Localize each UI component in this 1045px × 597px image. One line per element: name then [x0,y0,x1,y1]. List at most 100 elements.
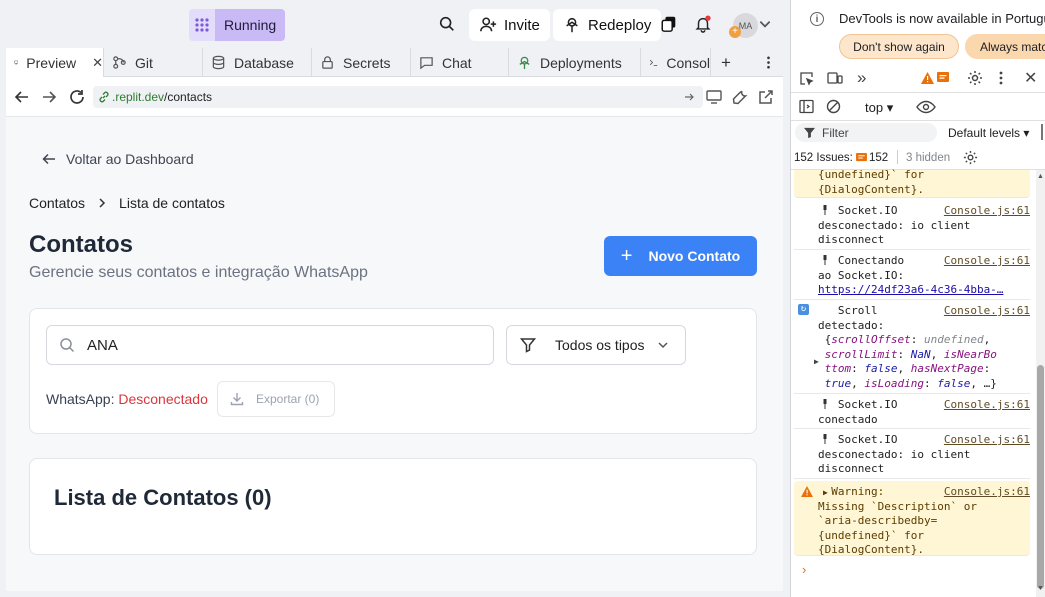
go-arrow-icon[interactable] [683,91,695,103]
chevron-down-icon[interactable] [758,13,772,35]
kebab-menu-icon[interactable] [999,71,1003,85]
invite-button[interactable]: Invite [469,9,550,41]
gear-icon[interactable] [967,70,983,86]
eye-icon[interactable] [916,100,936,114]
funnel-icon [804,127,815,138]
tab-chat[interactable]: Chat [411,48,509,77]
reload-icon[interactable] [68,88,86,106]
tab-deployments[interactable]: Deployments [509,48,641,77]
log-text: Socket.IO conectado [818,398,897,427]
filter-value: Todos os tipos [555,337,645,353]
console-prompt-icon[interactable]: › [802,562,806,577]
issues-count: 152 [869,152,889,164]
filter-row: Filter Default levels ▾ [791,121,1045,145]
issues-flag-icon[interactable] [937,72,949,84]
scroll-up-icon[interactable]: ▲ [1037,173,1044,180]
log-line: Conectando [837,254,905,267]
expand-triangle-icon[interactable]: ▶ [814,355,819,370]
breadcrumb-item[interactable]: Contatos [29,195,85,211]
export-button[interactable]: Exportar (0) [217,381,335,417]
log-url-link[interactable]: https://24df23a6-4c36-4bba-… [818,283,1003,296]
tab-git[interactable]: Git [104,48,203,77]
tab-label: Preview [26,54,77,71]
new-contact-button[interactable]: + Novo Contato [604,236,757,276]
redeploy-button[interactable]: Redeploy [553,9,662,41]
issues-counter[interactable]: 152 [856,152,888,164]
forward-arrow-icon[interactable] [40,88,58,106]
external-link-icon[interactable] [757,88,775,106]
grid-icon[interactable] [189,9,215,41]
console-scrollbar[interactable]: ▲ ▼ [1036,170,1045,597]
filter-input[interactable]: Filter [795,123,937,142]
tab-label: Database [234,54,294,71]
wrench-icon[interactable] [731,88,749,106]
console-log-message: Console.js:61 Socket.IO desconectado: io… [794,429,1030,479]
url-host: .replit.dev [112,90,165,104]
log-source-link[interactable]: Console.js:61 [944,398,1030,413]
git-icon [113,56,126,69]
scrollbar-thumb[interactable] [1037,365,1044,589]
tab-label: Deployments [540,54,622,71]
console-warning-message: {undefined}` for {DialogContent}. [794,168,1030,198]
clear-console-icon[interactable] [826,99,841,114]
obj-val: true [824,376,852,390]
tab-label: Secrets [343,54,391,71]
redeploy-label: Redeploy [588,16,652,34]
log-text: Conectando ao Socket.IO: https://24df23a… [818,254,1003,298]
scroll-down-icon[interactable]: ▼ [1037,585,1044,592]
always-match-button[interactable]: Always matc [965,34,1045,59]
back-label: Voltar ao Dashboard [66,151,194,167]
deploy-icon [519,56,530,70]
new-contact-label: Novo Contato [648,248,741,264]
log-line: desconectado: io client [818,447,971,461]
breadcrumb-item: Lista de contatos [119,195,225,211]
levels-value: Default levels [948,126,1021,140]
tab-secrets[interactable]: Secrets [312,48,411,77]
hidden-count: 3 hidden [906,152,951,164]
log-line: detectado: [818,318,885,332]
database-icon [212,55,225,70]
search-input[interactable]: ANA [46,325,494,365]
add-user-icon [480,17,497,32]
search-icon[interactable] [436,13,458,35]
log-line: {undefined}` for [818,528,924,542]
log-line: Warning: [831,485,885,498]
bell-icon[interactable] [692,13,714,35]
tab-database[interactable]: Database [203,48,312,77]
log-line: Socket.IO [837,398,898,411]
tab-preview[interactable]: Preview ✕ [6,48,104,77]
gear-icon[interactable] [963,150,978,165]
type-filter-select[interactable]: Todos os tipos [506,325,686,365]
close-devtools-icon[interactable]: ✕ [1024,68,1037,88]
back-link[interactable]: Voltar ao Dashboard [42,151,194,167]
link-icon [99,91,109,103]
console-warning-message: Console.js:61 Warning: Missing `Descript… [794,481,1030,556]
tab-console[interactable]: Consol [641,48,711,77]
obj-val: undefined [923,333,984,346]
log-levels-select[interactable]: Default levels ▾ [948,126,1029,140]
back-arrow-icon[interactable] [13,88,31,106]
filters-card: ANA Todos os tipos WhatsApp: Desconectad… [29,308,757,434]
inspect-icon[interactable] [799,71,814,86]
running-label[interactable]: Running [215,9,286,41]
device-toggle-icon[interactable] [827,71,843,86]
obj-val: false [864,362,898,375]
log-line: Scroll [837,304,878,317]
expand-triangle-icon[interactable]: ▶ [823,486,828,501]
close-icon[interactable]: ✕ [92,55,103,71]
more-icon[interactable] [751,48,781,77]
deploy-icon [566,17,578,33]
run-status[interactable]: Running [189,9,286,41]
copy-icon[interactable] [658,13,680,35]
context-select[interactable]: top ▾ [865,100,893,116]
dont-show-again-button[interactable]: Don't show again [839,34,959,59]
more-panels-icon[interactable]: » [857,68,866,88]
device-icon[interactable] [705,88,723,106]
warning-icon[interactable] [921,72,934,84]
app-preview: Voltar ao Dashboard Contatos Lista de co… [6,117,783,591]
sidebar-toggle-icon[interactable] [799,99,814,114]
plus-badge-icon: + [729,26,741,38]
url-field[interactable]: .replit.dev/contacts [93,86,703,108]
console-log-message: Console.js:61 Socket.IO desconectado: io… [794,200,1030,250]
add-tab-icon[interactable]: + [711,48,745,77]
